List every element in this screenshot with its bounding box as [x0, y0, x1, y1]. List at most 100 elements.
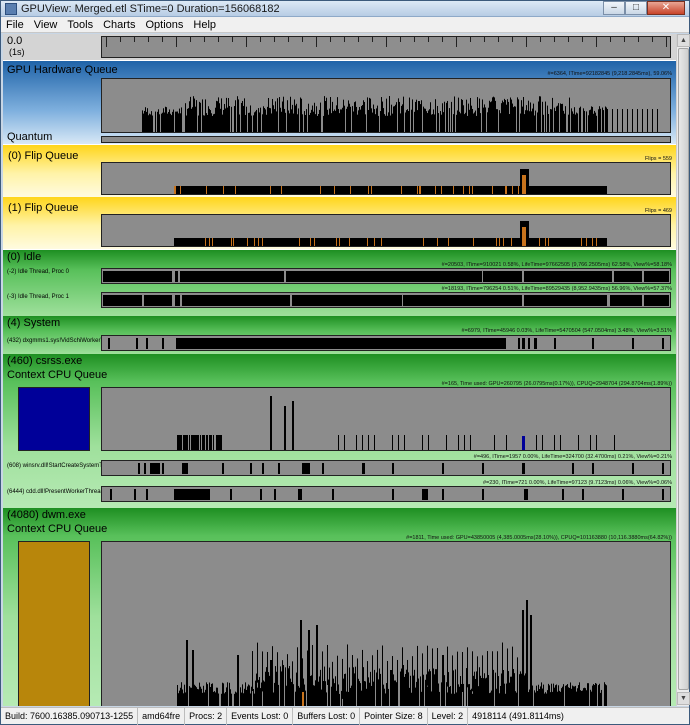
flip-entry — [213, 186, 214, 194]
cpu-packet — [462, 651, 463, 692]
flip-entry — [267, 238, 268, 246]
flip-entry — [277, 238, 278, 246]
cpu-packet — [261, 682, 262, 706]
flip-entry — [180, 238, 181, 246]
idle-thread-0-track[interactable] — [101, 268, 671, 284]
flip-entry — [563, 238, 564, 246]
flip-entry — [400, 238, 401, 246]
scroll-up-icon[interactable]: ▲ — [677, 34, 690, 47]
cpu-packet — [314, 685, 315, 706]
flip-entry — [397, 238, 398, 246]
maximize-button[interactable]: □ — [625, 1, 647, 15]
vertical-scrollbar[interactable]: ▲ ▼ — [676, 34, 690, 706]
flip-entry — [174, 238, 175, 246]
flip-entry — [457, 238, 458, 246]
dwm-cpu-queue-graph[interactable] — [101, 541, 671, 706]
cpu-packet — [183, 693, 184, 706]
idle-thread-1-track[interactable] — [101, 292, 671, 308]
flip-entry — [430, 186, 431, 194]
gpu-packet — [223, 109, 224, 132]
csrss-thread-0-track[interactable] — [101, 460, 671, 476]
menu-help[interactable]: Help — [188, 17, 221, 32]
cpu-packet — [433, 668, 434, 706]
flip-entry — [559, 238, 560, 246]
menu-view[interactable]: View — [29, 17, 63, 32]
thread-run — [182, 463, 188, 474]
flip-entry — [284, 186, 285, 194]
time-ruler[interactable] — [101, 36, 671, 58]
cpu-packet — [542, 435, 543, 450]
menu-file[interactable]: File — [1, 17, 29, 32]
gpu-packet — [563, 110, 564, 132]
cpu-packet — [354, 673, 355, 706]
dwm-color-swatch[interactable] — [18, 541, 90, 706]
cpu-packet — [360, 683, 361, 706]
flip-entry — [307, 238, 308, 246]
flip-queue-0-bars — [174, 169, 607, 194]
csrss-thread-1-track[interactable] — [101, 486, 671, 502]
menu-options[interactable]: Options — [140, 17, 188, 32]
gpu-packet — [395, 104, 396, 132]
cpu-packet — [475, 678, 476, 706]
menu-charts[interactable]: Charts — [98, 17, 140, 32]
gpu-packet — [204, 115, 205, 132]
cpu-packet — [553, 683, 554, 706]
dwm-process-panel: (4080) dwm.exe Context CPU Queue #=1811,… — [3, 508, 676, 706]
cpu-packet — [482, 655, 483, 696]
cpu-packet — [468, 684, 469, 706]
gpu-packet — [394, 106, 395, 132]
gpu-packet — [499, 110, 500, 132]
timeline-view[interactable]: 0.0 (1s) GPU Hardware Queue #=6364, ITim… — [3, 34, 676, 706]
flip-entry — [547, 186, 548, 194]
flip-entry — [536, 186, 537, 194]
system-thread-0-track[interactable] — [101, 335, 671, 351]
cpu-packet — [254, 693, 255, 706]
csrss-cpu-queue-graph[interactable] — [101, 387, 671, 451]
flip-queue-0-graph[interactable] — [101, 162, 671, 195]
flip-entry — [433, 186, 434, 194]
flip-entry — [514, 238, 515, 246]
flip-entry — [474, 186, 475, 194]
thread-gap — [402, 295, 403, 306]
flip-entry — [530, 186, 531, 194]
gpu-queue-stats: #=6364, ITime=92182845 (9,218.2845ms), 5… — [547, 71, 672, 77]
scrollbar-thumb[interactable] — [678, 48, 689, 690]
thread-run — [322, 463, 324, 474]
menu-tools[interactable]: Tools — [62, 17, 98, 32]
cpu-packet — [586, 690, 587, 706]
gpu-packet — [522, 436, 525, 450]
flip-entry — [451, 186, 452, 194]
gpu-queue-graph[interactable] — [101, 78, 671, 133]
flip-entry — [507, 238, 508, 246]
csrss-color-swatch[interactable] — [18, 387, 90, 451]
flip-entry — [417, 238, 418, 246]
title-bar[interactable]: GPUView: Merged.etl STime=0 Duration=156… — [1, 1, 689, 17]
gpu-packet — [390, 115, 391, 132]
close-button[interactable]: ✕ — [647, 1, 685, 15]
flip-entry — [444, 186, 445, 194]
thread-run — [260, 489, 262, 500]
flip-entry — [591, 238, 592, 246]
flip-entry — [449, 238, 450, 246]
cpu-packet — [378, 679, 379, 706]
flip-queue-1-graph[interactable] — [101, 214, 671, 247]
minimize-button[interactable]: – — [603, 1, 625, 15]
flip-entry — [287, 238, 288, 246]
gpu-packet — [189, 101, 190, 132]
flip-entry — [311, 186, 312, 194]
cpu-packet — [347, 644, 348, 685]
gpu-packet — [637, 109, 638, 132]
idle-thread-1-bars — [103, 295, 669, 306]
cpu-packet — [266, 667, 267, 706]
cpu-packet — [350, 687, 351, 706]
ruler-tick — [470, 37, 471, 42]
system-title: (4) System — [7, 317, 61, 329]
gpu-packet — [456, 114, 457, 132]
gpu-packet — [348, 100, 349, 132]
flip-entry — [328, 238, 329, 246]
cpu-packet — [322, 651, 323, 692]
gpu-packet — [329, 108, 330, 132]
quantum-track[interactable] — [101, 136, 671, 143]
gpu-packet — [274, 109, 275, 132]
scroll-down-icon[interactable]: ▼ — [677, 692, 690, 705]
